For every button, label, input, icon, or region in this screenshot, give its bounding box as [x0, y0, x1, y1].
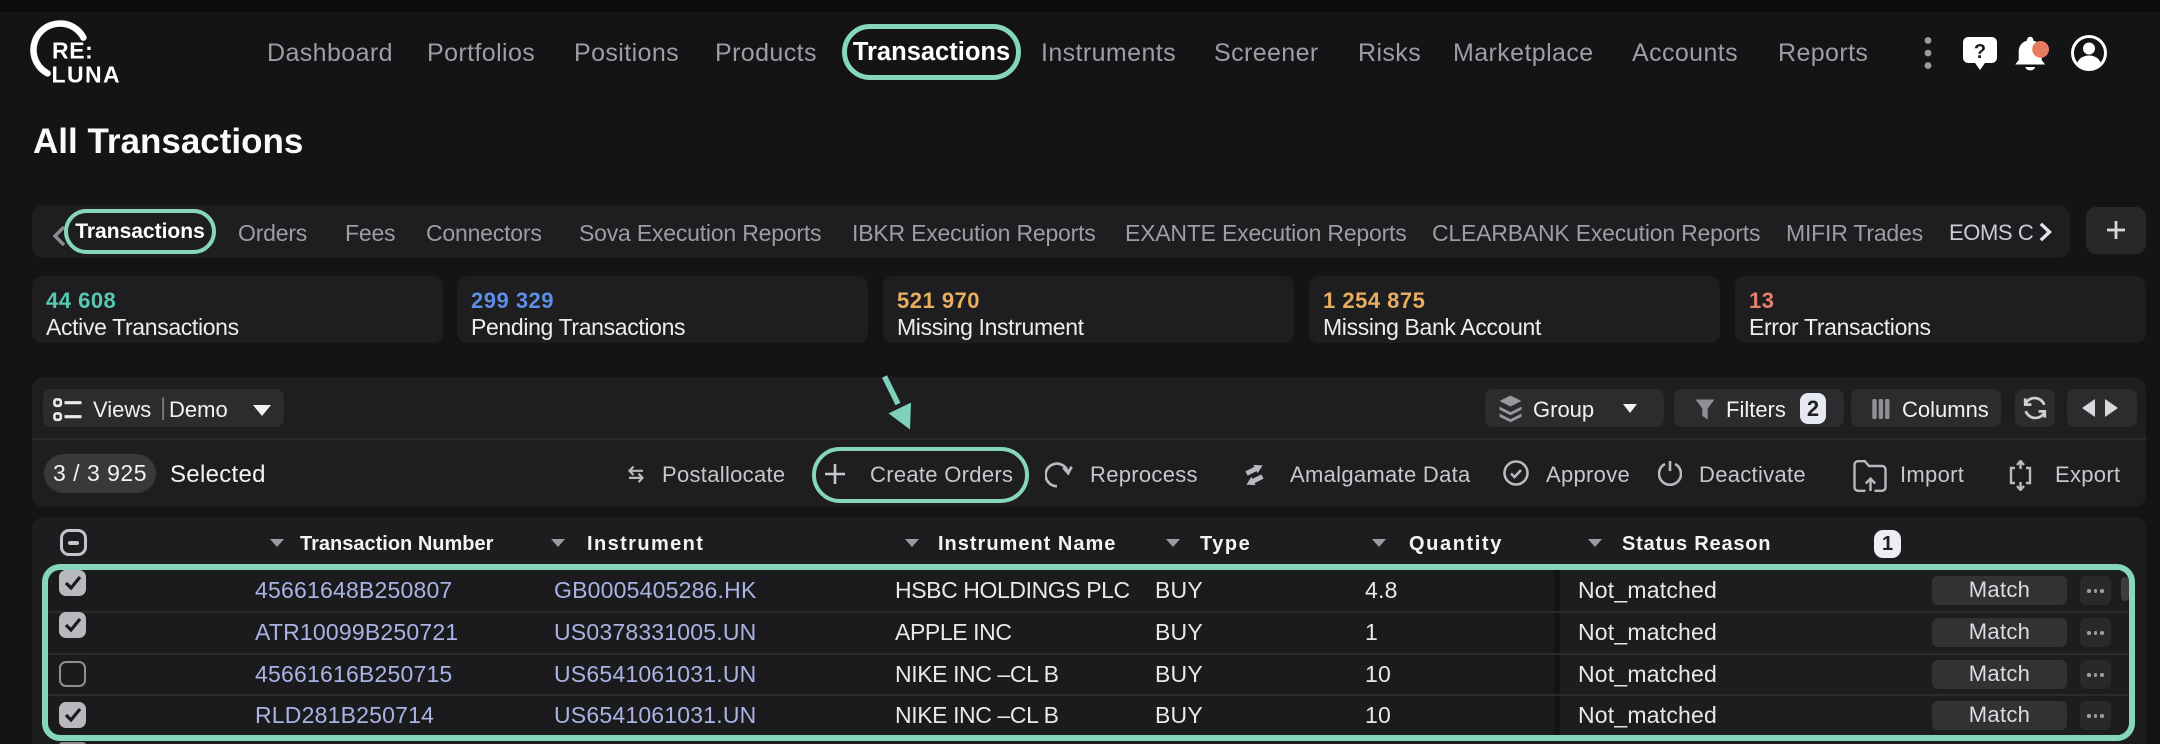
svg-text:?: ? — [1974, 41, 1986, 63]
svg-text:LUNA: LUNA — [52, 62, 121, 88]
svg-text:RE:: RE: — [52, 38, 93, 64]
